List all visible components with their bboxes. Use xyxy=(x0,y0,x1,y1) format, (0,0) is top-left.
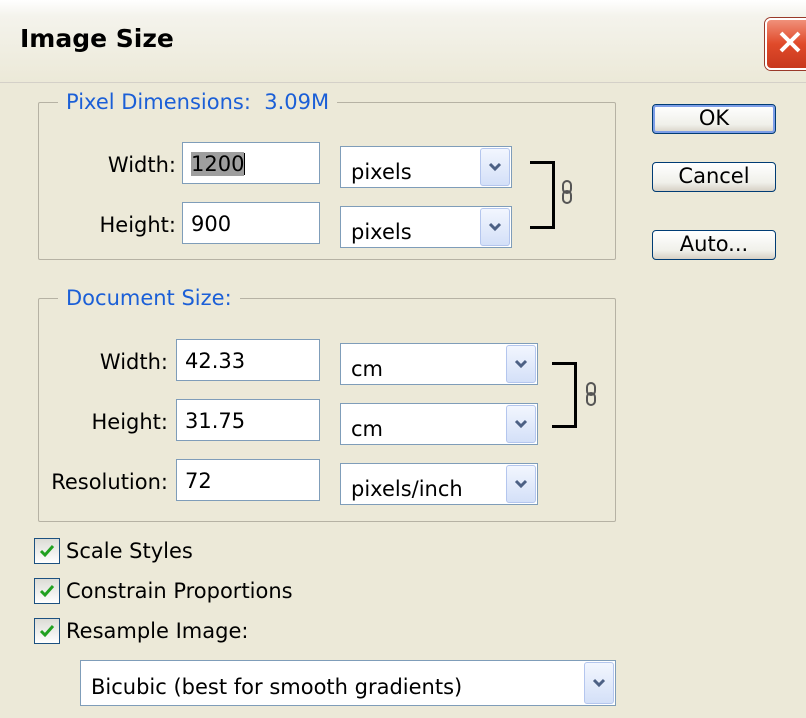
resolution-value: 72 xyxy=(185,469,212,493)
checkmark-icon xyxy=(39,585,55,598)
resample-image-checkbox[interactable] xyxy=(34,618,60,644)
doc-width-unit-dropdown[interactable] xyxy=(506,345,536,383)
cancel-button[interactable]: Cancel xyxy=(652,162,776,192)
doc-height-value: 31.75 xyxy=(185,409,246,433)
chain-link-icon xyxy=(586,382,596,406)
pixel-width-unit-dropdown[interactable] xyxy=(480,148,510,186)
chevron-down-icon xyxy=(514,419,528,429)
pixel-height-label: Height: xyxy=(99,213,177,237)
pixel-constrain-bracket xyxy=(530,161,555,229)
document-size-header: Document Size: xyxy=(58,286,240,310)
document-size-label: Document Size: xyxy=(66,286,232,310)
doc-height-unit-select[interactable]: cm xyxy=(340,403,538,445)
doc-height-label: Height: xyxy=(91,410,169,434)
doc-height-unit: cm xyxy=(351,417,384,441)
doc-height-input[interactable]: 31.75 xyxy=(176,399,320,441)
resample-method-select[interactable]: Bicubic (best for smooth gradients) xyxy=(80,660,616,706)
chevron-down-icon xyxy=(488,222,502,232)
text-caret xyxy=(244,153,246,175)
checkmark-icon xyxy=(39,545,55,558)
pixel-width-label: Width: xyxy=(107,153,176,177)
resample-method-value: Bicubic (best for smooth gradients) xyxy=(91,675,463,699)
resolution-input[interactable]: 72 xyxy=(176,459,320,501)
scale-styles-label: Scale Styles xyxy=(66,539,193,563)
scale-styles-checkbox[interactable] xyxy=(34,538,60,564)
pixel-dimensions-label: Pixel Dimensions: xyxy=(66,90,251,114)
doc-height-unit-dropdown[interactable] xyxy=(506,405,536,443)
title-bar: Image Size xyxy=(0,0,806,83)
pixel-dimensions-size: 3.09M xyxy=(264,90,330,114)
pixel-dimensions-header: Pixel Dimensions: 3.09M xyxy=(58,90,338,114)
chevron-down-icon xyxy=(592,678,606,688)
chevron-down-icon xyxy=(488,162,502,172)
resolution-unit-select[interactable]: pixels/inch xyxy=(340,463,538,505)
chevron-down-icon xyxy=(514,359,528,369)
auto-button[interactable]: Auto... xyxy=(652,230,776,260)
pixel-height-value: 900 xyxy=(191,212,232,236)
resolution-unit: pixels/inch xyxy=(351,477,463,501)
doc-width-value: 42.33 xyxy=(185,349,246,373)
close-icon xyxy=(779,31,801,53)
doc-width-label: Width: xyxy=(99,350,168,374)
resample-image-label: Resample Image: xyxy=(66,619,249,643)
chain-link-icon xyxy=(562,180,572,204)
doc-width-input[interactable]: 42.33 xyxy=(176,339,320,381)
pixel-height-unit-select[interactable]: pixels xyxy=(340,206,512,248)
doc-width-unit-select[interactable]: cm xyxy=(340,343,538,385)
doc-constrain-bracket xyxy=(552,362,577,428)
close-button[interactable] xyxy=(765,18,806,70)
constrain-proportions-checkbox[interactable] xyxy=(34,578,60,604)
resolution-label: Resolution: xyxy=(51,470,168,494)
pixel-height-unit: pixels xyxy=(351,220,412,244)
pixel-width-input[interactable]: 1200 xyxy=(182,142,320,184)
pixel-height-input[interactable]: 900 xyxy=(182,202,320,244)
pixel-width-unit: pixels xyxy=(351,160,412,184)
resolution-unit-dropdown[interactable] xyxy=(506,465,536,503)
dialog-title: Image Size xyxy=(20,24,174,53)
doc-width-unit: cm xyxy=(351,357,384,381)
ok-button[interactable]: OK xyxy=(652,104,776,134)
checkmark-icon xyxy=(39,625,55,638)
chevron-down-icon xyxy=(514,479,528,489)
pixel-height-unit-dropdown[interactable] xyxy=(480,208,510,246)
pixel-width-unit-select[interactable]: pixels xyxy=(340,146,512,188)
resample-method-dropdown[interactable] xyxy=(584,662,614,704)
pixel-width-value: 1200 xyxy=(191,152,245,176)
constrain-proportions-label: Constrain Proportions xyxy=(66,579,293,603)
